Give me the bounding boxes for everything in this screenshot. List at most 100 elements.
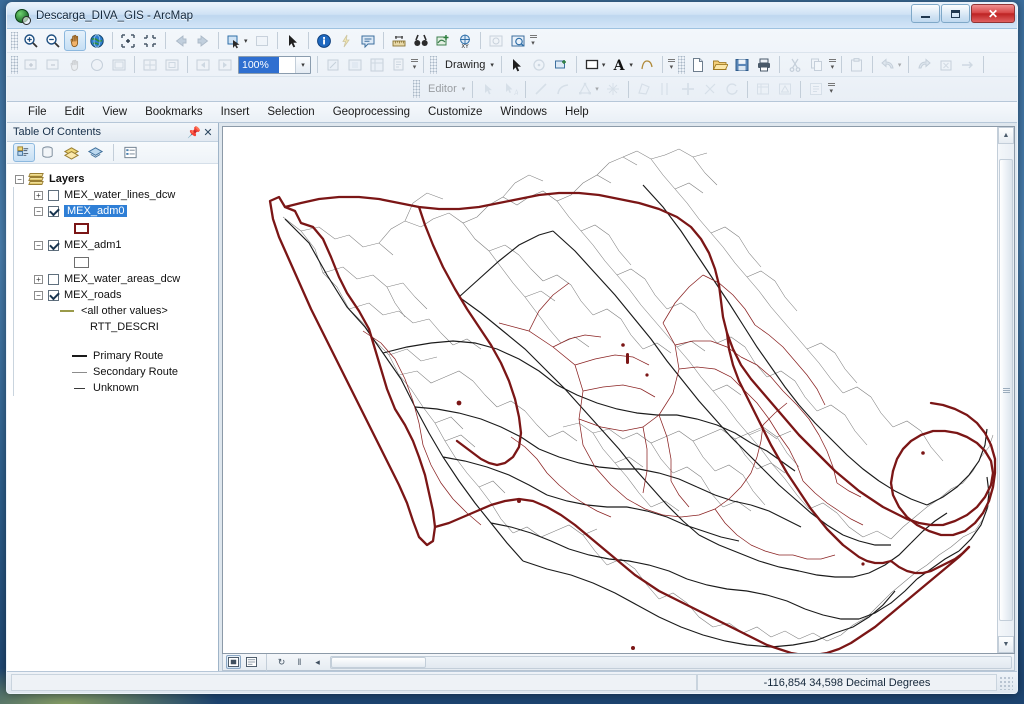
pan-hand-icon[interactable] [64, 30, 86, 51]
checkbox-water-lines[interactable] [48, 189, 59, 201]
menu-insert[interactable]: Insert [212, 104, 259, 120]
menu-selection[interactable]: Selection [258, 104, 323, 120]
expander-adm0[interactable]: − [34, 206, 43, 216]
paste-icon[interactable] [846, 54, 868, 75]
menu-file[interactable]: File [19, 104, 56, 120]
expander-root[interactable]: − [15, 174, 24, 184]
vertical-scroll-thumb[interactable] [999, 159, 1013, 621]
zoom-out-icon[interactable] [42, 30, 64, 51]
layout-focus-data-frame-icon[interactable] [344, 54, 366, 75]
layout-zoom-out-fixed-icon[interactable] [161, 54, 183, 75]
checkbox-water-areas[interactable] [48, 273, 59, 285]
checkbox-adm1[interactable] [48, 239, 59, 251]
print-icon[interactable] [753, 54, 775, 75]
menu-bookmarks[interactable]: Bookmarks [136, 104, 212, 120]
redo-icon[interactable] [913, 54, 935, 75]
drawing-rotate-icon[interactable] [528, 54, 550, 75]
toolbar-grip[interactable] [11, 31, 18, 50]
expander-water-areas[interactable]: + [34, 274, 43, 284]
horizontal-scroll-thumb[interactable] [331, 656, 426, 668]
create-features-icon[interactable] [805, 79, 827, 100]
toc-layer-mex-adm0[interactable]: − MEX_adm0 [14, 203, 216, 219]
menu-customize[interactable]: Customize [419, 104, 491, 120]
edit-vertices-icon[interactable]: ▾ [574, 79, 602, 100]
maximize-button[interactable] [941, 4, 970, 23]
layout-overflow-button[interactable]: ▾ [410, 56, 419, 74]
undo-icon[interactable]: ▾ [877, 54, 905, 75]
drawing-overflow-button[interactable]: ▾ [667, 56, 676, 74]
list-by-visibility-icon[interactable] [61, 143, 83, 162]
full-extent-globe-icon[interactable] [86, 30, 108, 51]
cut-icon[interactable] [784, 54, 806, 75]
split-icon[interactable] [655, 79, 677, 100]
toc-options-icon[interactable] [120, 143, 142, 162]
toc-layer-mex-water-lines-dcw[interactable]: + MEX_water_lines_dcw [14, 187, 216, 203]
drawing-select-arrow-icon[interactable] [506, 54, 528, 75]
close-icon[interactable]: ✕ [201, 126, 215, 139]
drawing-toolbar-grip[interactable] [430, 55, 437, 74]
cut-polygons-icon[interactable] [633, 79, 655, 100]
standard-toolbar-grip[interactable] [677, 55, 685, 74]
go-to-xy-icon[interactable]: XY [454, 30, 476, 51]
time-slider-icon[interactable] [485, 30, 507, 51]
data-view-button[interactable] [226, 655, 241, 669]
merge-icon[interactable] [677, 79, 699, 100]
list-by-source-icon[interactable] [37, 143, 59, 162]
html-popup-icon[interactable] [357, 30, 379, 51]
toc-layer-mex-water-areas-dcw[interactable]: + MEX_water_areas_dcw [14, 271, 216, 287]
layout-data-driven-pages-icon[interactable] [388, 54, 410, 75]
menu-windows[interactable]: Windows [491, 104, 556, 120]
hyperlink-icon[interactable] [335, 30, 357, 51]
list-by-drawing-order-icon[interactable] [13, 143, 35, 162]
pin-icon[interactable]: 📌 [187, 126, 201, 139]
fixed-zoom-in-icon[interactable] [117, 30, 139, 51]
edit-tool-icon[interactable] [477, 79, 499, 100]
layout-go-back-icon[interactable] [192, 54, 214, 75]
add-data-icon[interactable] [957, 54, 979, 75]
expander-adm1[interactable]: − [34, 240, 43, 250]
menu-view[interactable]: View [93, 104, 136, 120]
close-button[interactable]: ✕ [971, 4, 1015, 23]
layout-zoom-out-icon[interactable] [42, 54, 64, 75]
map-horizontal-scrollbar[interactable] [330, 655, 1012, 669]
map-canvas[interactable] [223, 127, 997, 653]
attributes-icon[interactable] [752, 79, 774, 100]
layout-change-layout-icon[interactable] [366, 54, 388, 75]
layout-fixed-zoom-icon[interactable] [108, 54, 130, 75]
copy-icon[interactable] [806, 54, 828, 75]
edit-annotation-icon[interactable]: A [499, 79, 521, 100]
layout-full-extent-icon[interactable] [86, 54, 108, 75]
create-viewer-window-icon[interactable] [507, 30, 529, 51]
find-route-icon[interactable] [432, 30, 454, 51]
toc-layer-mex-roads[interactable]: − MEX_roads [14, 287, 216, 303]
save-map-icon[interactable] [731, 54, 753, 75]
layout-go-forward-icon[interactable] [214, 54, 236, 75]
resize-grip[interactable] [999, 675, 1013, 690]
list-by-selection-icon[interactable] [85, 143, 107, 162]
go-forward-extent-icon[interactable] [192, 30, 214, 51]
tools-overflow-button[interactable]: ▾ [529, 32, 538, 50]
rotate-edit-icon[interactable] [721, 79, 743, 100]
find-icon[interactable] [410, 30, 432, 51]
layout-zoom-combo[interactable]: 100% ▾ [238, 55, 311, 74]
editor-overflow-button[interactable]: ▾ [827, 80, 836, 98]
new-map-icon[interactable] [687, 54, 709, 75]
scroll-up-button[interactable]: ▲ [998, 127, 1014, 144]
delete-icon[interactable] [935, 54, 957, 75]
measure-icon[interactable] [388, 30, 410, 51]
select-features-icon[interactable]: ▾ [223, 30, 251, 51]
layout-toggle-draft-icon[interactable] [322, 54, 344, 75]
refresh-view-button[interactable]: ↻ [274, 655, 289, 669]
pause-drawing-button[interactable]: ‖ [292, 655, 307, 669]
sketch-properties-icon[interactable] [774, 79, 796, 100]
identify-icon[interactable] [313, 30, 335, 51]
previous-extent-button[interactable]: ◂ [310, 655, 325, 669]
standard-overflow-button[interactable]: ▾ [828, 56, 837, 74]
arc-segment-icon[interactable] [552, 79, 574, 100]
straight-segment-icon[interactable] [530, 79, 552, 100]
drawing-menu-button[interactable]: Drawing ▾ [439, 54, 497, 75]
drawing-font-color-icon[interactable]: A ▾ [608, 54, 636, 75]
expander-roads[interactable]: − [34, 290, 43, 300]
menu-edit[interactable]: Edit [56, 104, 94, 120]
reshape-feature-icon[interactable] [602, 79, 624, 100]
